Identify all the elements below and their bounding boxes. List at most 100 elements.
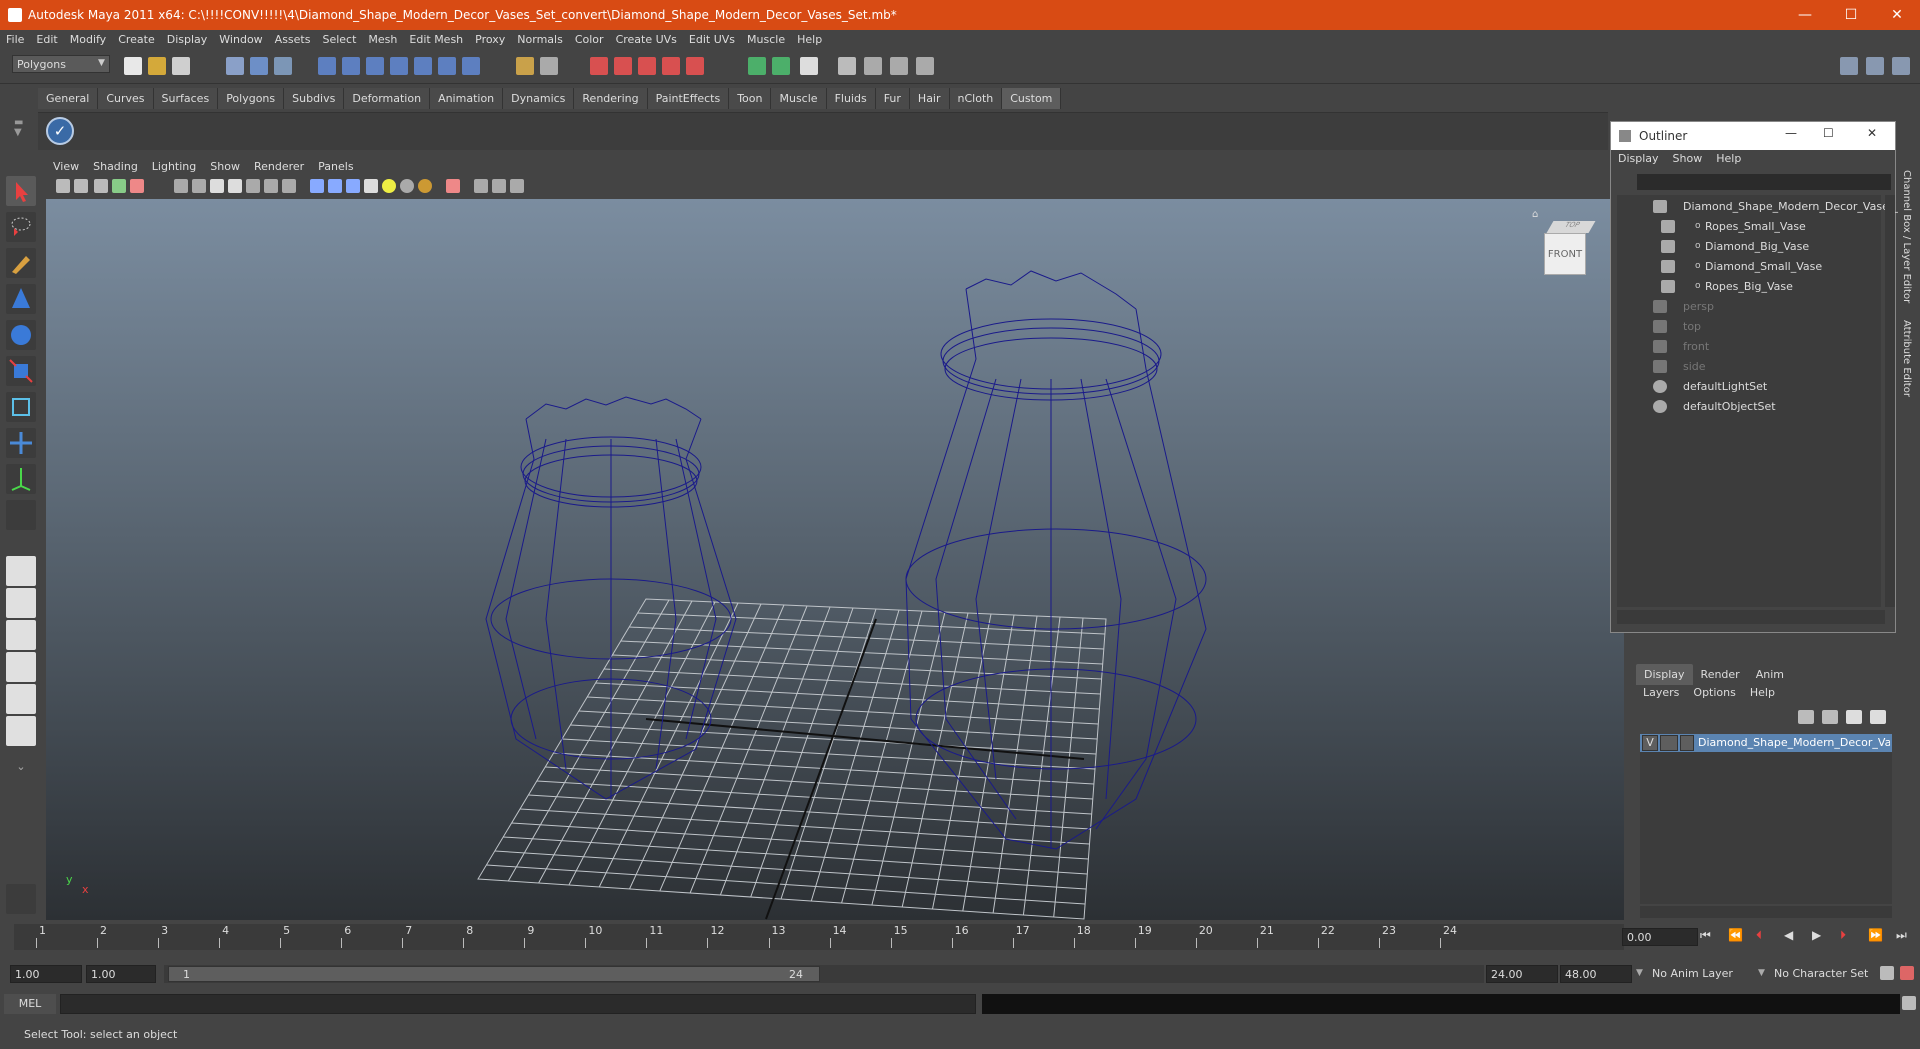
flat-shade-icon[interactable] <box>228 179 242 193</box>
play-forward-icon[interactable]: ▶ <box>1812 928 1821 942</box>
outliner-minimize-button[interactable]: — <box>1785 126 1797 140</box>
layer-color-swatch[interactable] <box>1680 735 1694 751</box>
snap-curve-icon[interactable] <box>342 57 360 75</box>
isolate-select-icon[interactable] <box>446 179 460 193</box>
menu-modify[interactable]: Modify <box>64 30 112 49</box>
live-surface-icon[interactable] <box>414 57 432 75</box>
outliner-vertical-scrollbar[interactable] <box>1885 195 1895 607</box>
view-cube-front-face[interactable]: FRONT <box>1544 233 1586 275</box>
shelf-tab-dynamics[interactable]: Dynamics <box>503 88 575 109</box>
outliner-item[interactable]: o Diamond_Big_Vase <box>1617 237 1887 257</box>
step-forward-frame-icon[interactable]: ⏩ <box>1868 928 1883 942</box>
menu-color[interactable]: Color <box>569 30 610 49</box>
menu-proxy[interactable]: Proxy <box>469 30 511 49</box>
expand-toolbox-icon[interactable]: ⌄ <box>6 760 36 778</box>
layer-horizontal-scrollbar[interactable] <box>1640 906 1892 918</box>
playback-end-field[interactable]: 24.00 <box>1486 965 1558 983</box>
outliner-item[interactable]: o Diamond_Small_Vase <box>1617 257 1887 277</box>
high-quality-icon[interactable] <box>346 179 360 193</box>
go-to-end-icon[interactable]: ⏭ <box>1896 928 1907 943</box>
film-gate-icon[interactable] <box>492 179 506 193</box>
menu-edit-uvs[interactable]: Edit UVs <box>683 30 741 49</box>
current-time-field[interactable]: 0.00 <box>1622 928 1698 946</box>
image-plane-icon[interactable] <box>112 179 126 193</box>
default-light-icon[interactable] <box>382 179 396 193</box>
snap-grid-icon[interactable] <box>318 57 336 75</box>
resolution-gate-icon[interactable] <box>474 179 488 193</box>
shelf-tab-fur[interactable]: Fur <box>875 88 910 109</box>
animation-end-field[interactable]: 48.00 <box>1560 965 1632 983</box>
outliner-maximize-button[interactable]: ☐ <box>1823 126 1834 140</box>
smooth-shade-icon[interactable] <box>210 179 224 193</box>
character-set-selector[interactable]: No Character Set <box>1774 967 1868 980</box>
menu-file[interactable]: File <box>0 30 30 49</box>
ipr-render-icon[interactable] <box>638 57 656 75</box>
select-tool-icon[interactable] <box>6 176 36 206</box>
open-scene-icon[interactable] <box>148 57 166 75</box>
attribute-editor-tab[interactable]: Attribute Editor <box>1901 320 1912 397</box>
outliner-item[interactable]: front <box>1617 337 1887 357</box>
shelf-options-icon[interactable]: ▬ ▼ <box>14 118 30 148</box>
step-forward-key-icon[interactable]: ⏵ <box>1840 928 1846 943</box>
outliner-item[interactable]: defaultLightSet <box>1617 377 1887 397</box>
outliner-menu-show[interactable]: Show <box>1666 150 1710 167</box>
command-language-toggle[interactable]: MEL <box>4 994 56 1014</box>
paint-select-tool-icon[interactable] <box>6 248 36 278</box>
move-layer-up-icon[interactable] <box>1798 710 1814 724</box>
attribute-toggle-icon[interactable] <box>772 57 790 75</box>
new-layer-selected-icon[interactable] <box>1870 710 1886 724</box>
viewport-menu-show[interactable]: Show <box>203 158 247 175</box>
playback-start-field[interactable]: 1.00 <box>86 965 156 983</box>
select-object-icon[interactable] <box>250 57 268 75</box>
menu-assets[interactable]: Assets <box>269 30 317 49</box>
shelf-tab-rendering[interactable]: Rendering <box>574 88 648 109</box>
menu-help[interactable]: Help <box>791 30 828 49</box>
camera-icon[interactable] <box>864 57 882 75</box>
move-layer-down-icon[interactable] <box>1822 710 1838 724</box>
menu-display[interactable]: Display <box>161 30 214 49</box>
layer-visibility-toggle[interactable]: V <box>1642 735 1658 751</box>
key-icon[interactable] <box>1880 966 1894 980</box>
four-view-layout-icon[interactable] <box>6 588 36 618</box>
shelf-tab-curves[interactable]: Curves <box>98 88 154 109</box>
cone-primitive-icon[interactable] <box>6 284 36 314</box>
save-scene-icon[interactable] <box>172 57 190 75</box>
render-frame-icon[interactable] <box>614 57 632 75</box>
last-tool-icon[interactable] <box>6 500 36 530</box>
go-to-start-icon[interactable]: ⏮ <box>1700 928 1711 943</box>
view-cube-top-face[interactable]: TOP <box>1546 221 1596 233</box>
command-input[interactable] <box>60 994 976 1014</box>
shelf-tab-surfaces[interactable]: Surfaces <box>153 88 219 109</box>
shelf-tab-fluids[interactable]: Fluids <box>826 88 876 109</box>
layer-editor-toggle-icon[interactable] <box>1892 57 1910 75</box>
layer-menu-options[interactable]: Options <box>1686 684 1742 701</box>
step-back-frame-icon[interactable]: ⏪ <box>1728 928 1743 942</box>
hypershade-layout-icon[interactable] <box>6 684 36 714</box>
channel-box-tab[interactable]: Channel Box / Layer Editor <box>1901 170 1912 303</box>
material-icon[interactable] <box>418 179 432 193</box>
cube-primitive-icon[interactable] <box>6 392 36 422</box>
channel-toggle-icon[interactable] <box>748 57 766 75</box>
character-set-chevron-icon[interactable]: ▼ <box>1758 968 1765 978</box>
layer-tab-render[interactable]: Render <box>1693 664 1748 685</box>
outliner-item[interactable]: persp <box>1617 297 1887 317</box>
tool-settings-icon[interactable] <box>800 57 818 75</box>
outliner-menu-display[interactable]: Display <box>1611 150 1666 167</box>
layer-name[interactable]: Diamond_Shape_Modern_Decor_Vase <box>1698 736 1890 749</box>
graph-icon[interactable] <box>916 57 934 75</box>
script-editor-icon[interactable] <box>1902 996 1916 1010</box>
shelf-tab-ncloth[interactable]: nCloth <box>949 88 1003 109</box>
history-icon[interactable] <box>590 57 608 75</box>
shelf-tab-muscle[interactable]: Muscle <box>771 88 827 109</box>
render-view-icon[interactable] <box>838 57 856 75</box>
viewport-menu-lighting[interactable]: Lighting <box>145 158 203 175</box>
close-button[interactable]: ✕ <box>1874 0 1920 30</box>
minimize-button[interactable]: — <box>1782 0 1828 30</box>
time-slider-track[interactable]: 1 2 3 4 5 6 7 8 9 10 11 12 13 14 15 16 17 18 19 20 21 22 23 24 <box>14 924 1624 950</box>
new-layer-icon[interactable] <box>1846 710 1862 724</box>
menu-edit[interactable]: Edit <box>30 30 63 49</box>
animation-preferences-icon[interactable] <box>1900 966 1914 980</box>
show-manipulator-icon[interactable] <box>6 464 36 494</box>
outliner-close-button[interactable]: ✕ <box>1867 126 1877 140</box>
symmetry-icon[interactable] <box>462 57 480 75</box>
